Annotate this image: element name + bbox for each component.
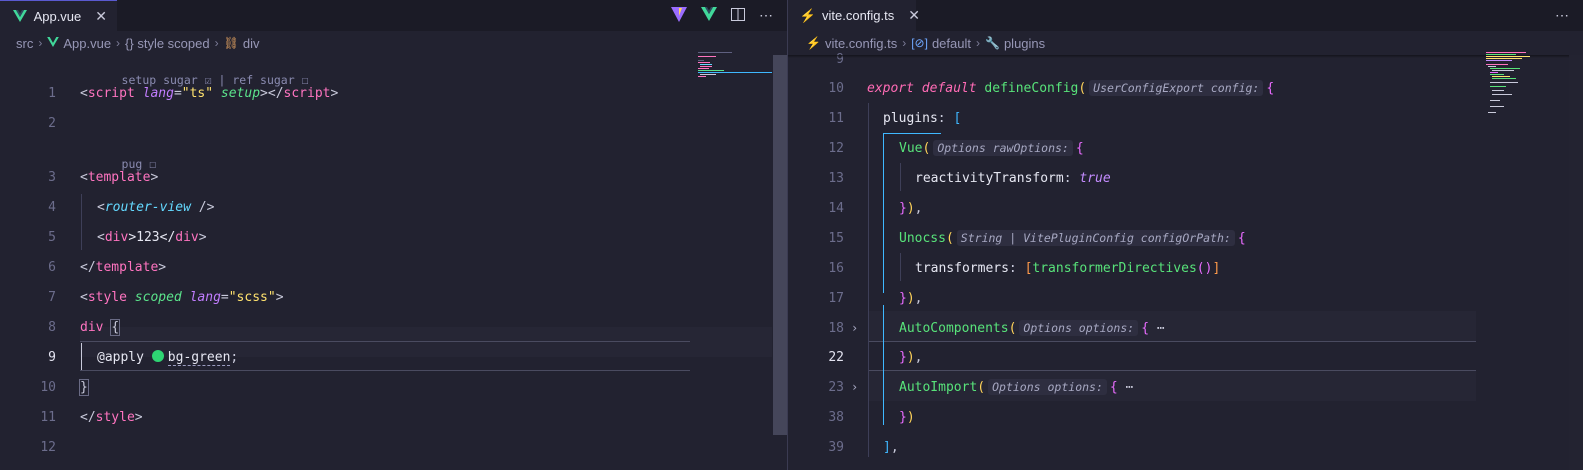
breadcrumb-app-vue[interactable]: App.vue <box>47 36 111 51</box>
scrollbar[interactable] <box>1569 55 1583 470</box>
vite-icon[interactable] <box>671 6 687 25</box>
code-line: 5 <div>123</div> <box>48 229 207 245</box>
code-line: 4 <router-view /> <box>48 199 215 215</box>
code-line: 7 <style scoped lang="scss"> <box>48 289 284 305</box>
code-line: 13 reactivityTransform: true <box>828 170 1111 186</box>
breadcrumb-src[interactable]: src <box>16 36 33 51</box>
code-line-active: 22 }), <box>828 349 923 365</box>
code-line: 8 div { <box>48 318 121 336</box>
code-line: 6 </template> <box>48 259 167 275</box>
minimap[interactable] <box>698 52 772 82</box>
breadcrumb-style-scoped[interactable]: {} style scoped <box>125 36 210 51</box>
scroll-shadow <box>788 55 1583 58</box>
close-tab-icon[interactable]: ✕ <box>908 7 920 24</box>
tab-label: vite.config.ts <box>822 8 895 23</box>
code-line: 1 <script lang="ts" setup></script> <box>48 85 339 101</box>
scrollbar[interactable] <box>773 55 787 435</box>
code-line: 3 <template> <box>48 169 159 185</box>
right-editor-pane: ⚡ vite.config.ts ✕ ⋯ ⚡ vite.config.ts › … <box>788 0 1583 470</box>
code-line-folded: 23 › AutoImport(Options options:{ ⋯ <box>828 379 1134 395</box>
split-editor-icon[interactable] <box>731 7 745 24</box>
code-line: 17 }), <box>828 290 923 306</box>
folded-ellipsis[interactable]: ⋯ <box>1157 321 1165 336</box>
code-line: 9 <box>836 51 844 67</box>
color-swatch-icon[interactable] <box>151 349 164 362</box>
lightning-icon: ⚡ <box>799 7 817 23</box>
code-editor-left[interactable]: setup sugar ☑ | ref sugar ☐ 1 <script la… <box>0 55 787 470</box>
vue-icon <box>47 36 60 50</box>
folded-ellipsis[interactable]: ⋯ <box>1126 380 1134 395</box>
code-line: 39 ], <box>828 439 899 455</box>
left-tab-bar: App.vue ✕ ⋯ <box>0 0 787 31</box>
code-line: 38 }) <box>828 409 915 425</box>
more-icon[interactable]: ⋯ <box>1555 7 1569 24</box>
code-editor-right[interactable]: 9 10 export default defineConfig(UserCon… <box>788 52 1583 470</box>
more-icon[interactable]: ⋯ <box>759 7 773 24</box>
code-line: 2 <box>48 115 56 131</box>
code-line-folded: 18 › AutoComponents(Options options:{ ⋯ <box>828 320 1165 336</box>
code-line: 10 export default defineConfig(UserConfi… <box>828 80 1275 96</box>
breadcrumb: src › App.vue › {} style scoped › ⛓ div <box>0 31 787 55</box>
code-line: 12 Vue(Options rawOptions:{ <box>828 140 1084 156</box>
chevron-right-icon: › <box>38 36 43 50</box>
breadcrumb-div[interactable]: ⛓ div <box>224 36 260 51</box>
close-tab-icon[interactable]: ✕ <box>95 8 107 25</box>
element-icon: ⛓ <box>223 36 239 50</box>
code-line: 10 } <box>40 378 89 396</box>
left-editor-pane: App.vue ✕ ⋯ src › App.vue › {} style sco… <box>0 0 787 470</box>
vue-icon <box>12 10 28 22</box>
code-line: 12 <box>40 439 56 455</box>
code-line: 15 Unocss(String | VitePluginConfig conf… <box>828 230 1246 246</box>
chevron-right-icon[interactable]: › <box>851 321 858 335</box>
vue-devtools-icon[interactable] <box>701 7 717 24</box>
code-line: 14 }), <box>828 200 923 216</box>
right-tab-bar: ⚡ vite.config.ts ✕ ⋯ <box>788 0 1583 31</box>
indent-guide <box>81 194 82 250</box>
code-line: 16 transformers: [transformerDirectives(… <box>828 260 1221 276</box>
minimap[interactable] <box>1486 52 1556 122</box>
code-line: 11 </style> <box>40 409 143 425</box>
indent-guide <box>81 343 82 370</box>
tab-label: App.vue <box>33 8 82 24</box>
tab-vite-config[interactable]: ⚡ vite.config.ts ✕ <box>788 0 920 31</box>
code-line: 11 plugins: [ <box>828 110 962 126</box>
chevron-right-icon: › <box>116 36 121 50</box>
chevron-right-icon[interactable]: › <box>851 380 858 394</box>
tab-app-vue[interactable]: App.vue ✕ <box>0 0 117 31</box>
code-line-active: 9 @apply bg-green; <box>48 349 239 366</box>
chevron-right-icon: › <box>214 36 219 50</box>
